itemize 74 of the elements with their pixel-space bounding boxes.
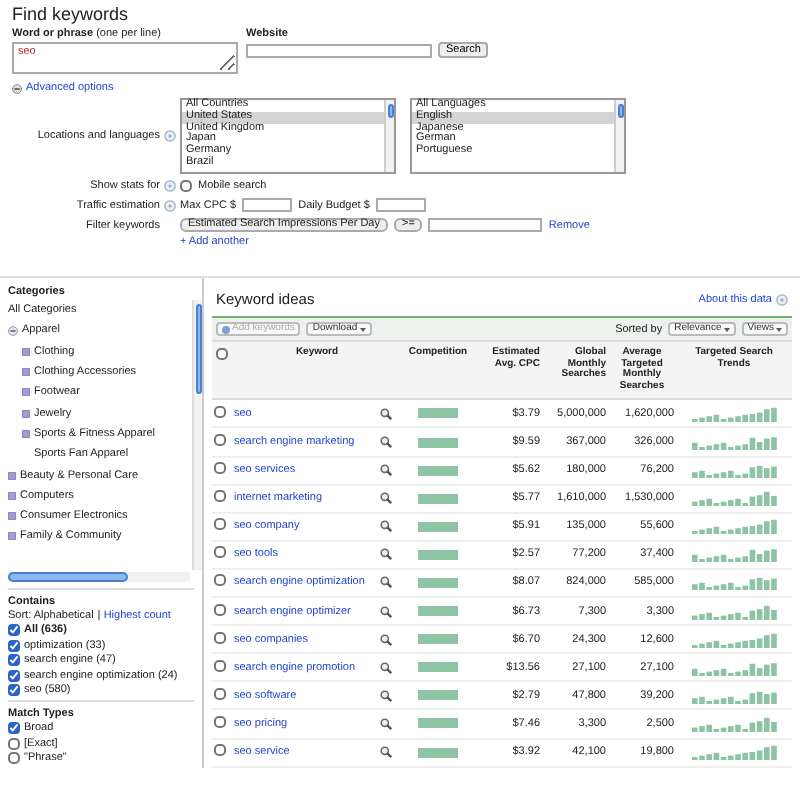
square-icon[interactable] bbox=[8, 512, 16, 521]
checkbox[interactable] bbox=[214, 546, 226, 559]
minus-circle-icon[interactable] bbox=[8, 325, 18, 336]
checkbox[interactable] bbox=[180, 180, 192, 192]
checkbox[interactable] bbox=[214, 405, 226, 418]
square-icon[interactable] bbox=[22, 368, 30, 377]
scrollbar[interactable] bbox=[192, 300, 202, 570]
checkbox[interactable] bbox=[214, 462, 226, 475]
checkbox[interactable] bbox=[214, 687, 226, 700]
checkbox[interactable] bbox=[214, 603, 226, 616]
magnifier-icon[interactable] bbox=[380, 436, 392, 449]
checkbox[interactable] bbox=[8, 752, 20, 765]
trend-sparkline bbox=[691, 490, 777, 507]
trend-sparkline bbox=[691, 546, 777, 563]
magnifier-icon[interactable] bbox=[380, 661, 392, 674]
magnifier-icon[interactable] bbox=[380, 689, 392, 702]
checkbox[interactable] bbox=[214, 715, 226, 728]
checkbox[interactable] bbox=[8, 639, 20, 652]
square-icon[interactable] bbox=[8, 471, 16, 480]
help-icon[interactable] bbox=[776, 293, 788, 305]
trend-sparkline bbox=[691, 434, 777, 451]
daily-budget-input[interactable] bbox=[375, 198, 426, 212]
scrollbar[interactable] bbox=[384, 100, 394, 172]
checkbox[interactable] bbox=[8, 669, 20, 682]
checkbox[interactable] bbox=[214, 490, 226, 503]
checkbox[interactable] bbox=[216, 348, 228, 360]
magnifier-icon[interactable] bbox=[380, 746, 392, 759]
caret-icon bbox=[776, 327, 782, 331]
checkbox[interactable] bbox=[214, 574, 226, 587]
magnifier-icon[interactable] bbox=[380, 464, 392, 477]
trend-sparkline bbox=[691, 518, 777, 535]
magnifier-icon[interactable] bbox=[380, 520, 392, 533]
trend-sparkline bbox=[691, 744, 777, 761]
trend-sparkline bbox=[691, 405, 777, 422]
checkbox[interactable] bbox=[214, 518, 226, 531]
magnifier-icon[interactable] bbox=[380, 492, 392, 505]
checkbox[interactable] bbox=[214, 659, 226, 672]
trend-sparkline bbox=[691, 603, 777, 620]
trend-sparkline bbox=[691, 462, 777, 479]
magnifier-icon[interactable] bbox=[380, 576, 392, 589]
square-icon[interactable] bbox=[8, 532, 16, 541]
square-icon[interactable] bbox=[22, 409, 30, 418]
square-icon[interactable] bbox=[8, 491, 16, 500]
trend-sparkline bbox=[691, 631, 777, 648]
checkbox[interactable] bbox=[8, 684, 20, 697]
trend-sparkline bbox=[691, 659, 777, 676]
website-input[interactable] bbox=[246, 43, 432, 57]
checkbox[interactable] bbox=[8, 654, 20, 667]
checkbox[interactable] bbox=[8, 624, 20, 637]
magnifier-icon[interactable] bbox=[380, 717, 392, 730]
trend-sparkline bbox=[691, 574, 777, 591]
checkbox[interactable] bbox=[8, 737, 20, 750]
trend-sparkline bbox=[691, 715, 777, 732]
magnifier-icon[interactable] bbox=[380, 605, 392, 618]
checkbox[interactable] bbox=[214, 434, 226, 447]
magnifier-icon[interactable] bbox=[380, 548, 392, 561]
square-icon[interactable] bbox=[22, 388, 30, 397]
filter-value-input[interactable] bbox=[428, 218, 543, 232]
checkbox[interactable] bbox=[214, 631, 226, 644]
scrollbar[interactable] bbox=[614, 100, 624, 172]
square-icon[interactable] bbox=[22, 347, 30, 356]
max-cpc-input[interactable] bbox=[242, 198, 293, 212]
checkbox[interactable] bbox=[214, 744, 226, 757]
caret-icon bbox=[359, 327, 366, 331]
scrollbar[interactable] bbox=[8, 572, 190, 582]
trend-sparkline bbox=[691, 687, 777, 704]
checkbox[interactable] bbox=[8, 722, 20, 735]
page-title: Find keywords bbox=[12, 4, 131, 24]
magnifier-icon[interactable] bbox=[380, 407, 392, 420]
help-icon[interactable] bbox=[164, 130, 176, 142]
magnifier-icon[interactable] bbox=[380, 633, 392, 646]
minus-circle-icon[interactable] bbox=[12, 83, 22, 93]
caret-icon bbox=[723, 327, 730, 331]
square-icon[interactable] bbox=[22, 429, 30, 438]
